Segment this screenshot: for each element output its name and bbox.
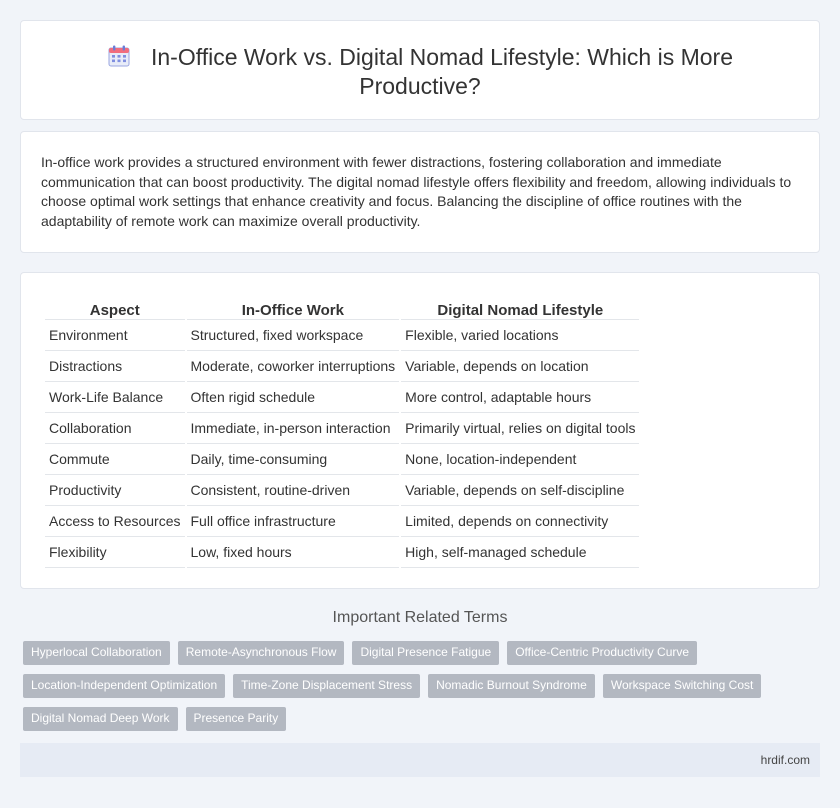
column-header-digital-nomad: Digital Nomad Lifestyle [401,294,640,320]
summary-paragraph: In-office work provides a structured env… [41,154,792,229]
table-row: Collaboration Immediate, in-person intera… [45,413,640,444]
table-cell: Structured, fixed workspace [186,320,400,351]
comparison-card: Aspect In-Office Work Digital Nomad Life… [20,272,820,589]
related-term-tag[interactable]: Time-Zone Displacement Stress [233,674,421,698]
table-cell: Productivity [45,475,185,506]
table-cell: Low, fixed hours [186,537,400,568]
related-term-tag[interactable]: Office-Centric Productivity Curve [507,641,698,665]
related-term-tag[interactable]: Presence Parity [185,707,287,731]
table-cell: Variable, depends on location [401,351,640,382]
table-cell: Consistent, routine-driven [186,475,400,506]
page-title-wrap: In-Office Work vs. Digital Nomad Lifesty… [21,43,819,101]
related-term-tag[interactable]: Location-Independent Optimization [23,674,226,698]
table-cell: Often rigid schedule [186,382,400,413]
table-row: Access to Resources Full office infrastru… [45,506,640,537]
table-cell: Moderate, coworker interruptions [186,351,400,382]
table-cell: Variable, depends on self-discipline [401,475,640,506]
table-cell: None, location-independent [401,444,640,475]
related-term-tag[interactable]: Remote-Asynchronous Flow [177,641,345,665]
related-term-tag[interactable]: Hyperlocal Collaboration [23,641,170,665]
column-header-aspect: Aspect [45,294,185,320]
table-cell: Collaboration [45,413,185,444]
table-cell: Flexible, varied locations [401,320,640,351]
table-cell: Flexibility [45,537,185,568]
footer: hrdif.com [20,743,820,777]
comparison-table: Aspect In-Office Work Digital Nomad Life… [43,294,641,568]
table-row: Flexibility Low, fixed hours High, self-ma… [45,537,640,568]
table-cell: Environment [45,320,185,351]
table-cell: High, self-managed schedule [401,537,640,568]
related-term-tag[interactable]: Digital Nomad Deep Work [23,707,178,731]
table-cell: Immediate, in-person interaction [186,413,400,444]
footer-site: hrdif.com [760,753,810,767]
table-cell: Daily, time-consuming [186,444,400,475]
table-row: Environment Structured, fixed workspace Fl… [45,320,640,351]
related-terms-heading: Important Related Terms [332,609,508,626]
table-cell: Distractions [45,351,185,382]
related-term-tag[interactable]: Digital Presence Fatigue [352,641,500,665]
summary-card: In-office work provides a structured env… [20,131,820,253]
related-term-tag[interactable]: Workspace Switching Cost [602,674,762,698]
calendar-icon [107,44,131,68]
table-cell: Access to Resources [45,506,185,537]
table-cell: Work-Life Balance [45,382,185,413]
table-row: Work-Life Balance Often rigid schedule Mor… [45,382,640,413]
column-header-in-office: In-Office Work [186,294,400,320]
related-term-tag[interactable]: Nomadic Burnout Syndrome [428,674,595,698]
table-cell: Primarily virtual, relies on digital too… [401,413,640,444]
table-body: Environment Structured, fixed workspace Fl… [45,320,640,568]
table-cell: Commute [45,444,185,475]
table-cell: More control, adaptable hours [401,382,640,413]
table-header-row: Aspect In-Office Work Digital Nomad Life… [45,294,640,320]
page-title: In-Office Work vs. Digital Nomad Lifesty… [151,44,733,99]
table-cell: Limited, depends on connectivity [401,506,640,537]
title-card: In-Office Work vs. Digital Nomad Lifesty… [20,20,820,120]
table-row: Productivity Consistent, routine-driven Va… [45,475,640,506]
table-row: Commute Daily, time-consuming None, locati… [45,444,640,475]
table-row: Distractions Moderate, coworker interrupt… [45,351,640,382]
table-cell: Full office infrastructure [186,506,400,537]
related-terms-list: Hyperlocal Collaboration Remote-Asynchron… [23,641,813,731]
